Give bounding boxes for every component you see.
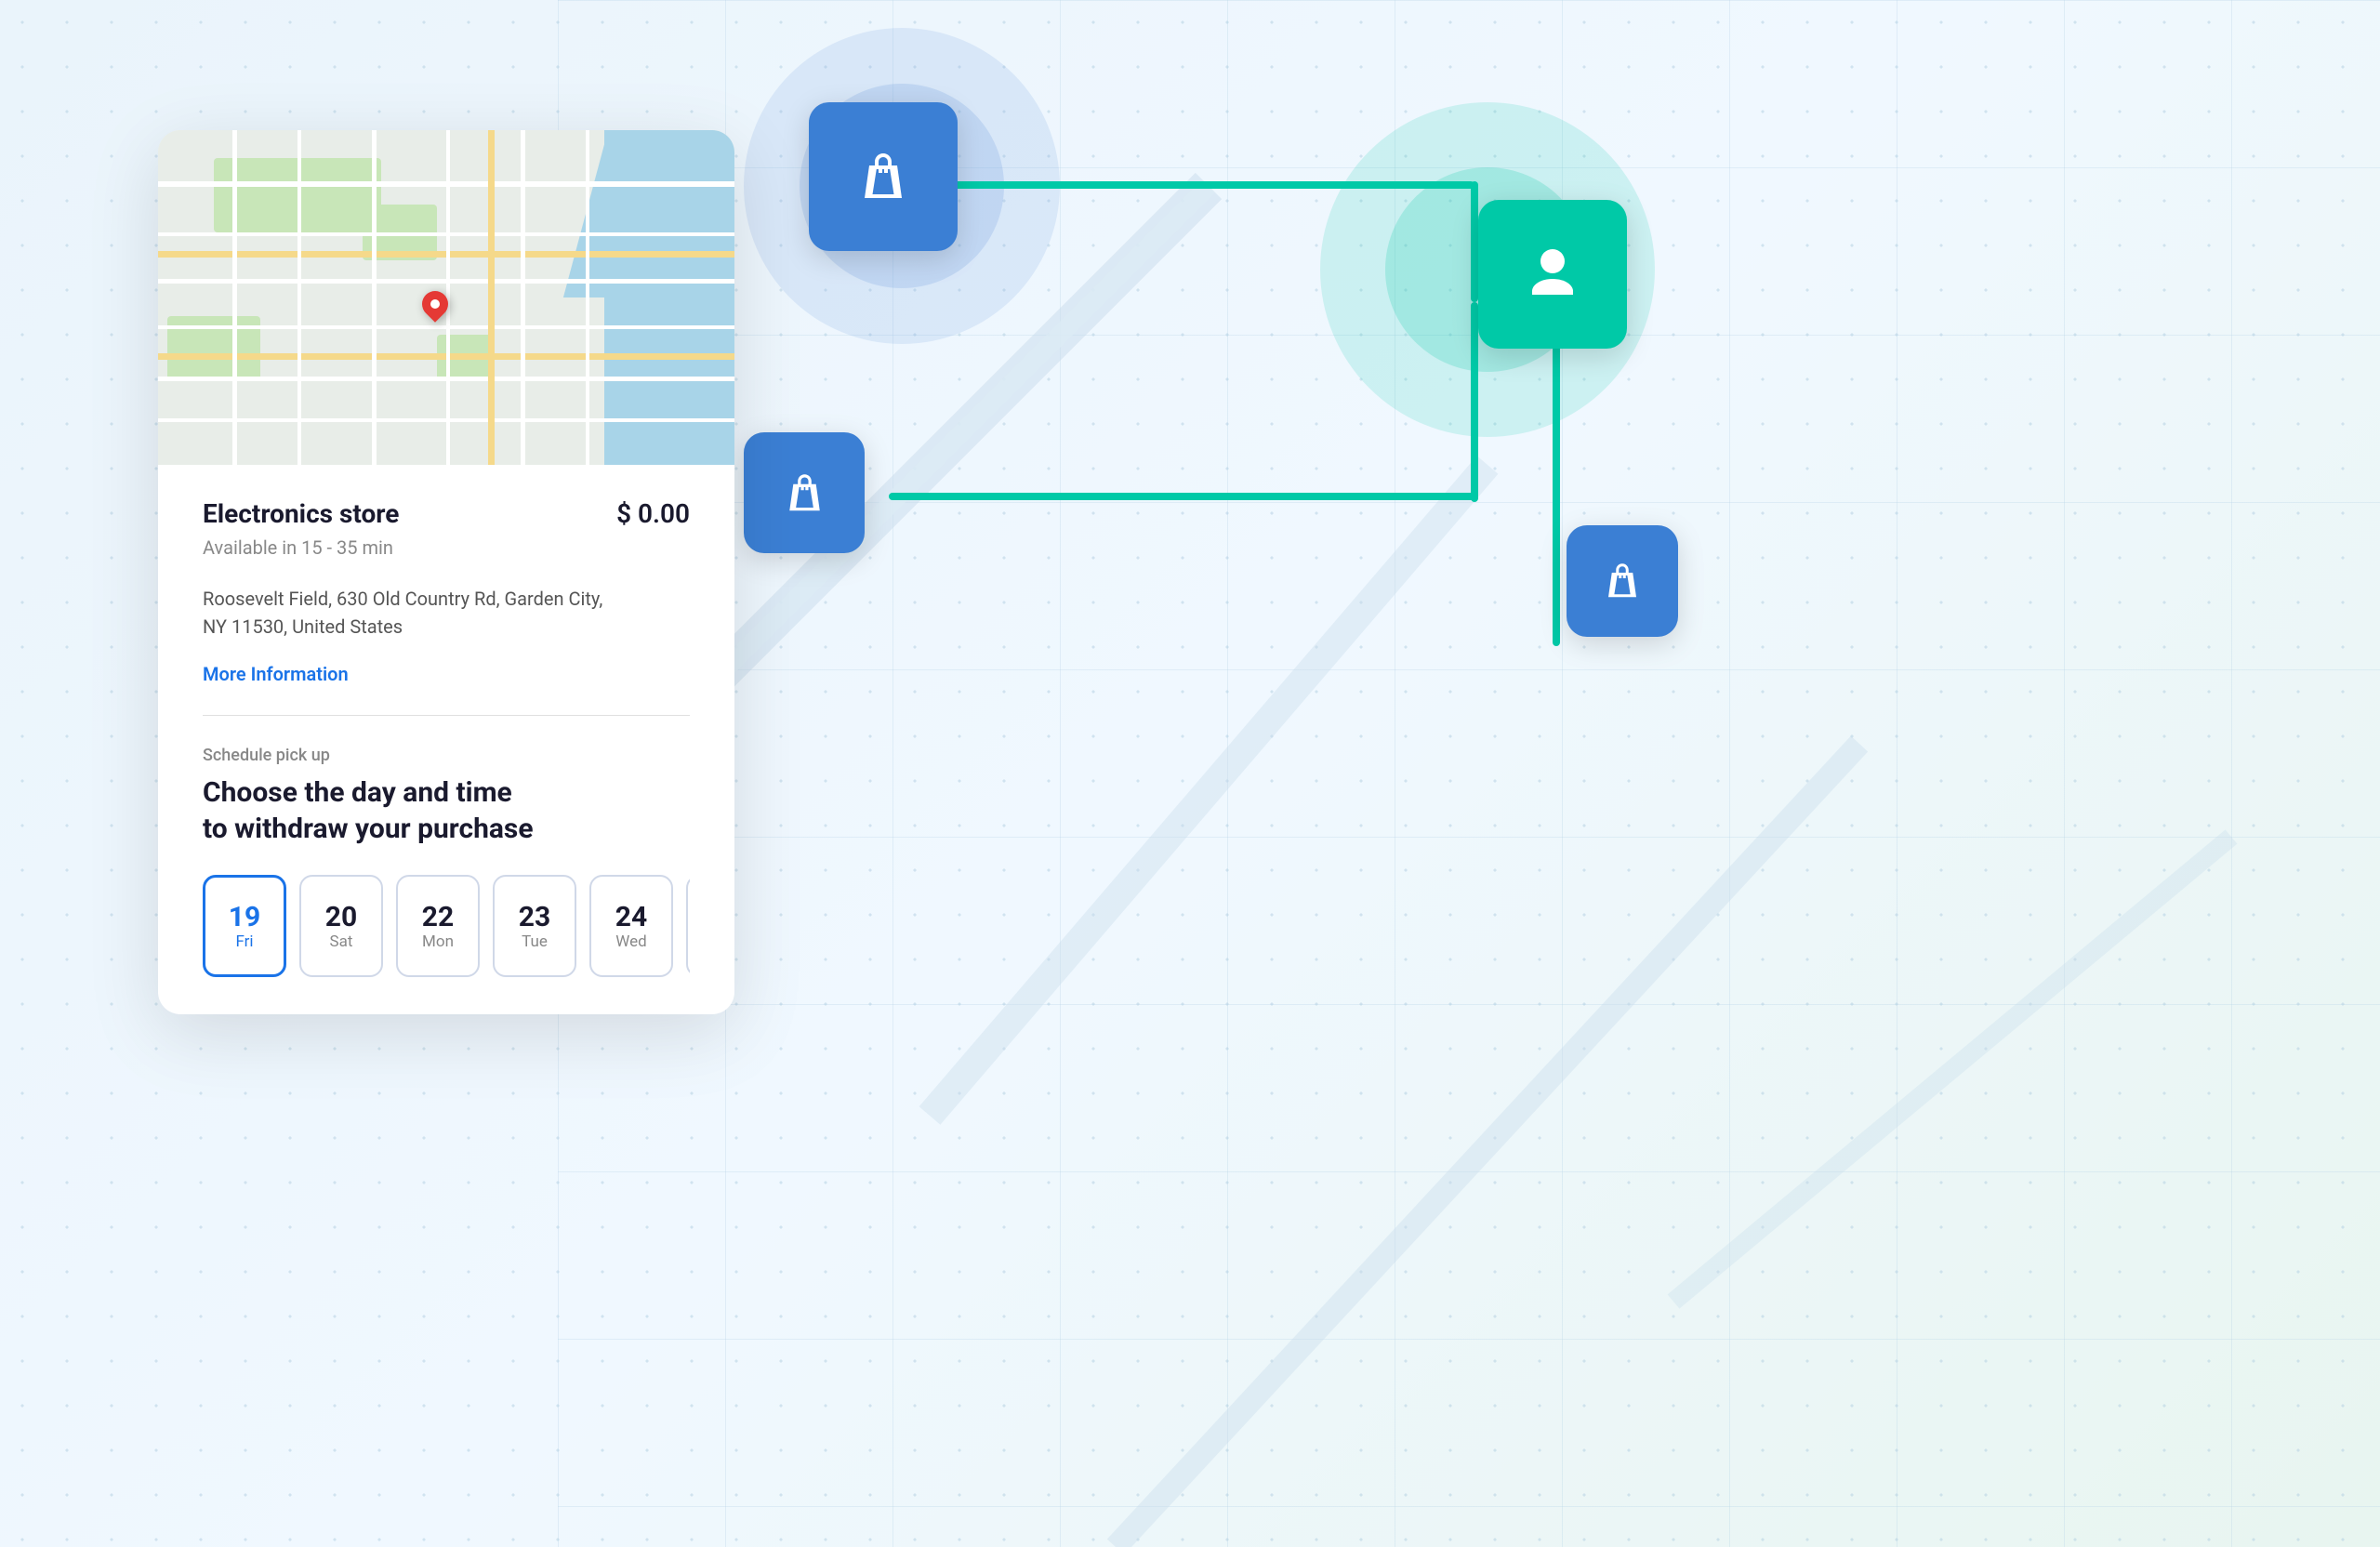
store-name: Electronics store [203, 498, 399, 529]
bag-icon-left [774, 463, 835, 523]
schedule-label: Schedule pick up [203, 746, 690, 765]
network-map [558, 0, 2380, 1547]
day-cell-tue[interactable]: 23 Tue [493, 875, 576, 977]
day-name-sat: Sat [330, 932, 353, 951]
shopping-bag-left-icon [744, 432, 865, 553]
day-cell-sat[interactable]: 20 Sat [299, 875, 383, 977]
day-name-tue: Tue [522, 932, 548, 951]
connection-line-top-v [1471, 181, 1478, 302]
shopping-bag-bottom-right-icon [1567, 525, 1678, 637]
shopping-bag-top-icon [809, 102, 958, 251]
store-header: Electronics store $ 0.00 [203, 498, 690, 529]
road-v1 [232, 130, 237, 465]
day-cell-mon[interactable]: 22 Mon [396, 875, 480, 977]
more-info-link[interactable]: More Information [203, 663, 349, 685]
node-halo-green-inner [1385, 167, 1590, 372]
day-name-fri: Fri [235, 932, 253, 951]
person-icon [1515, 237, 1590, 311]
node-halo-top-inner [800, 84, 1004, 288]
connection-line-top-h [889, 181, 1474, 189]
map-preview [158, 130, 734, 465]
connection-line-right-v [1553, 302, 1560, 646]
node-halo-green-outer [1320, 102, 1655, 437]
store-availability: Available in 15 - 35 min [203, 536, 690, 559]
day-num-wed: 24 [615, 902, 647, 932]
day-num-tue: 23 [519, 902, 550, 932]
map-pin [422, 291, 448, 317]
store-price: $ 0.00 [616, 498, 690, 529]
day-picker: 19 Fri 20 Sat 22 Mon 23 Tue 24 Wed 2 Th [203, 875, 690, 977]
road-yellow-v1 [488, 130, 495, 465]
road-v5 [521, 130, 525, 465]
road-v2 [298, 130, 301, 465]
day-name-wed: Wed [615, 932, 646, 951]
day-cell-fri[interactable]: 19 Fri [203, 875, 286, 977]
bag-icon-top [846, 139, 920, 214]
grid-lines [558, 0, 2380, 1547]
day-num-fri: 19 [229, 902, 260, 932]
schedule-title: Choose the day and timeto withdraw your … [203, 774, 690, 847]
bag-icon-right [1594, 553, 1650, 609]
day-num-mon: 22 [422, 902, 454, 932]
store-address: Roosevelt Field, 630 Old Country Rd, Gar… [203, 585, 690, 641]
divider [203, 715, 690, 716]
road-v3 [372, 130, 377, 465]
day-cell-thu[interactable]: 2 Th [686, 875, 690, 977]
day-cell-wed[interactable]: 24 Wed [589, 875, 673, 977]
node-halo-top-outer [744, 28, 1060, 344]
road-v6 [586, 130, 589, 465]
day-name-mon: Mon [422, 932, 454, 951]
connection-line-left-v [1471, 302, 1478, 502]
day-num-sat: 20 [325, 902, 357, 932]
store-card: Electronics store $ 0.00 Available in 15… [158, 130, 734, 1014]
card-content: Electronics store $ 0.00 Available in 15… [158, 465, 734, 1014]
user-center-icon [1478, 200, 1627, 349]
road-lines [558, 0, 2380, 1547]
connection-line-left-h [889, 493, 1474, 500]
